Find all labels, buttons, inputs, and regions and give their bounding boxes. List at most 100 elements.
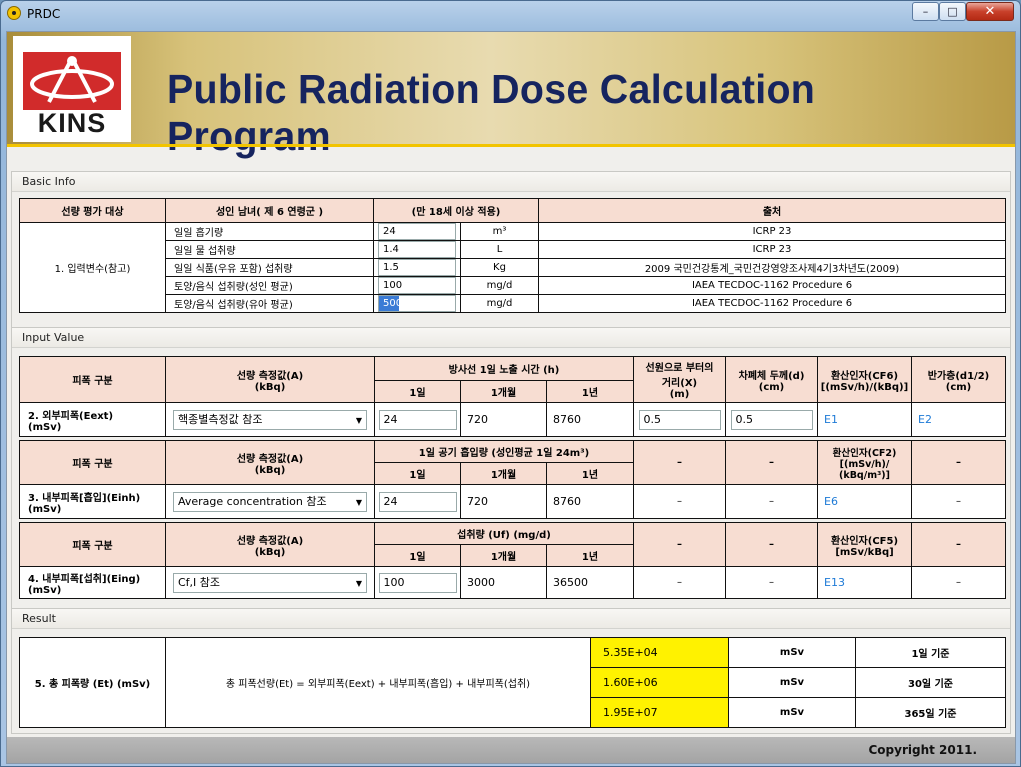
ext-day-input[interactable]: 24 (378, 409, 457, 430)
param-unit: m³ (459, 222, 540, 241)
param-input[interactable]: 24 (378, 223, 456, 240)
basic-info-table: 선량 평가 대상 성인 남녀( 제 6 연령군 ) (만 18세 이상 적용) … (19, 198, 1007, 313)
ext-half-link[interactable]: E2 (911, 402, 1006, 437)
inh-day-input[interactable]: 24 (378, 491, 457, 512)
h-cf2: 환산인자(CF2) [(mSv/h)/ (kBq/m³)] (817, 440, 912, 485)
h-month: 1개월 (460, 462, 547, 485)
param-label: 일일 물 섭취량 (165, 240, 374, 259)
param-source: IAEA TECDOC-1162 Procedure 6 (538, 294, 1007, 313)
ext-shield-input[interactable]: 0.5 (730, 409, 813, 430)
kins-logo: KINS (13, 36, 131, 142)
param-label: 토양/음식 섭취량(성인 평균) (165, 276, 374, 295)
inh-label: 3. 내부피폭[흡입](Einh) (mSv) (19, 484, 166, 519)
inh-dash: – (633, 484, 726, 519)
param-input[interactable]: 100 (378, 277, 456, 294)
inh-dash: – (911, 484, 1006, 519)
ext-select[interactable]: 핵종별측정값 참조 ▼ (173, 409, 367, 430)
h-day: 1일 (374, 380, 461, 403)
param-input[interactable]: 500 (378, 295, 456, 312)
ing-month: 3000 (460, 566, 547, 599)
param-unit: Kg (459, 258, 540, 277)
chevron-down-icon: ▼ (355, 415, 362, 425)
input-value-title: Input Value (12, 328, 1010, 348)
result-unit: mSv (728, 697, 856, 728)
h-year: 1년 (546, 380, 634, 403)
h-measure: 선량 측정값(A) (kBq) (165, 440, 375, 485)
h-shield: 차폐체 두께(d) (cm) (725, 356, 818, 403)
maximize-button[interactable]: □ (939, 2, 966, 21)
banner-divider (7, 144, 1015, 147)
input-value-group: Input Value 피폭 구분 선량 측정값(A) (kBq) 방사선 1일… (11, 327, 1011, 632)
ing-cf-link[interactable]: E13 (817, 566, 912, 599)
logo-text: KINS (37, 108, 107, 138)
client-area: KINS Public Radiation Dose Calculation P… (6, 31, 1016, 764)
param-source: 2009 국민건강통계_국민건강영양조사제4기3차년도(2009) (538, 258, 1007, 277)
ext-label: 2. 외부피폭(Eext) (mSv) (19, 402, 166, 437)
h-category: 피폭 구분 (19, 356, 166, 403)
h-dash: – (911, 522, 1006, 567)
inh-dash: – (725, 484, 818, 519)
ing-select-value: Cf,I 참조 (178, 575, 221, 589)
h-day: 1일 (374, 462, 461, 485)
ext-select-value: 핵종별측정값 참조 (178, 412, 263, 426)
title-bar[interactable]: PRDC – □ ✕ (1, 1, 1020, 27)
minimize-button[interactable]: – (912, 2, 939, 21)
param-unit: mg/d (459, 294, 540, 313)
ing-year: 36500 (546, 566, 634, 599)
param-unit: mg/d (459, 276, 540, 295)
close-button[interactable]: ✕ (966, 2, 1014, 21)
atom-logo-icon (23, 52, 121, 110)
ext-year: 8760 (546, 402, 634, 437)
result-value: 5.35E+04 (590, 637, 729, 668)
ext-cf-link[interactable]: E1 (817, 402, 912, 437)
h-dash: – (725, 440, 818, 485)
h-cf5: 환산인자(CF5) [mSv/kBq] (817, 522, 912, 567)
basic-info-group: Basic Info 선량 평가 대상 성인 남녀( 제 6 연령군 ) (만 … (11, 171, 1011, 346)
param-label: 토양/음식 섭취량(유아 평균) (165, 294, 374, 313)
result-basis: 1일 기준 (855, 637, 1006, 668)
banner: KINS Public Radiation Dose Calculation P… (7, 32, 1015, 159)
ing-select[interactable]: Cf,I 참조 ▼ (173, 572, 367, 593)
result-formula: 총 피폭선량(Et) = 외부피폭(Eext) + 내부피폭(흡입) + 내부피… (165, 637, 591, 728)
h-day: 1일 (374, 544, 461, 567)
footer-bar: Copyright 2011. (7, 737, 1015, 763)
h-dash: – (633, 440, 726, 485)
h-dash: – (911, 440, 1006, 485)
result-title: Result (12, 609, 1010, 629)
param-label: 일일 식품(우유 포함) 섭취량 (165, 258, 374, 277)
inh-select[interactable]: Average concentration 참조 ▼ (173, 491, 367, 512)
inh-year: 8760 (546, 484, 634, 519)
h-measure: 선량 측정값(A) (kBq) (165, 522, 375, 567)
ext-distance-input[interactable]: 0.5 (638, 409, 721, 430)
h-dash: – (633, 522, 726, 567)
radiation-icon (7, 6, 21, 20)
ing-day-input[interactable]: 100 (378, 572, 457, 593)
h-measure: 선량 측정값(A) (kBq) (165, 356, 375, 403)
ing-dash: – (633, 566, 726, 599)
param-unit: L (459, 240, 540, 259)
param-input[interactable]: 1.4 (378, 241, 456, 258)
ing-label: 4. 내부피폭[섭취](Eing) (mSv) (19, 566, 166, 599)
h-category: 피폭 구분 (19, 440, 166, 485)
h-year: 1년 (546, 544, 634, 567)
h-ingestion: 섭취량 (Uf) (mg/d) (374, 522, 634, 545)
param-label: 일일 흡기량 (165, 222, 374, 241)
header-age: (만 18세 이상 적용) (372, 198, 540, 223)
app-window: PRDC – □ ✕ KINS Public Radiation Dose Ca… (0, 0, 1021, 767)
result-value: 1.60E+06 (590, 667, 729, 698)
param-source: ICRP 23 (538, 222, 1007, 241)
chevron-down-icon: ▼ (355, 497, 362, 507)
result-unit: mSv (728, 637, 856, 668)
param-input[interactable]: 1.5 (378, 259, 456, 276)
header-source: 출처 (538, 198, 1007, 223)
result-basis: 365일 기준 (855, 697, 1006, 728)
result-label: 5. 총 피폭량 (Et) (mSv) (19, 637, 166, 728)
param-source: ICRP 23 (538, 240, 1007, 259)
section-label: 1. 입력변수(참고) (19, 222, 166, 313)
header-adult: 성인 남녀( 제 6 연령군 ) (165, 198, 374, 223)
h-distance: 선원으로 부터의 거리(X) (m) (633, 356, 726, 403)
inh-cf-link[interactable]: E6 (817, 484, 912, 519)
header-target: 선량 평가 대상 (19, 198, 166, 223)
result-unit: mSv (728, 667, 856, 698)
h-half-layer: 반가층(d1/2) (cm) (911, 356, 1006, 403)
